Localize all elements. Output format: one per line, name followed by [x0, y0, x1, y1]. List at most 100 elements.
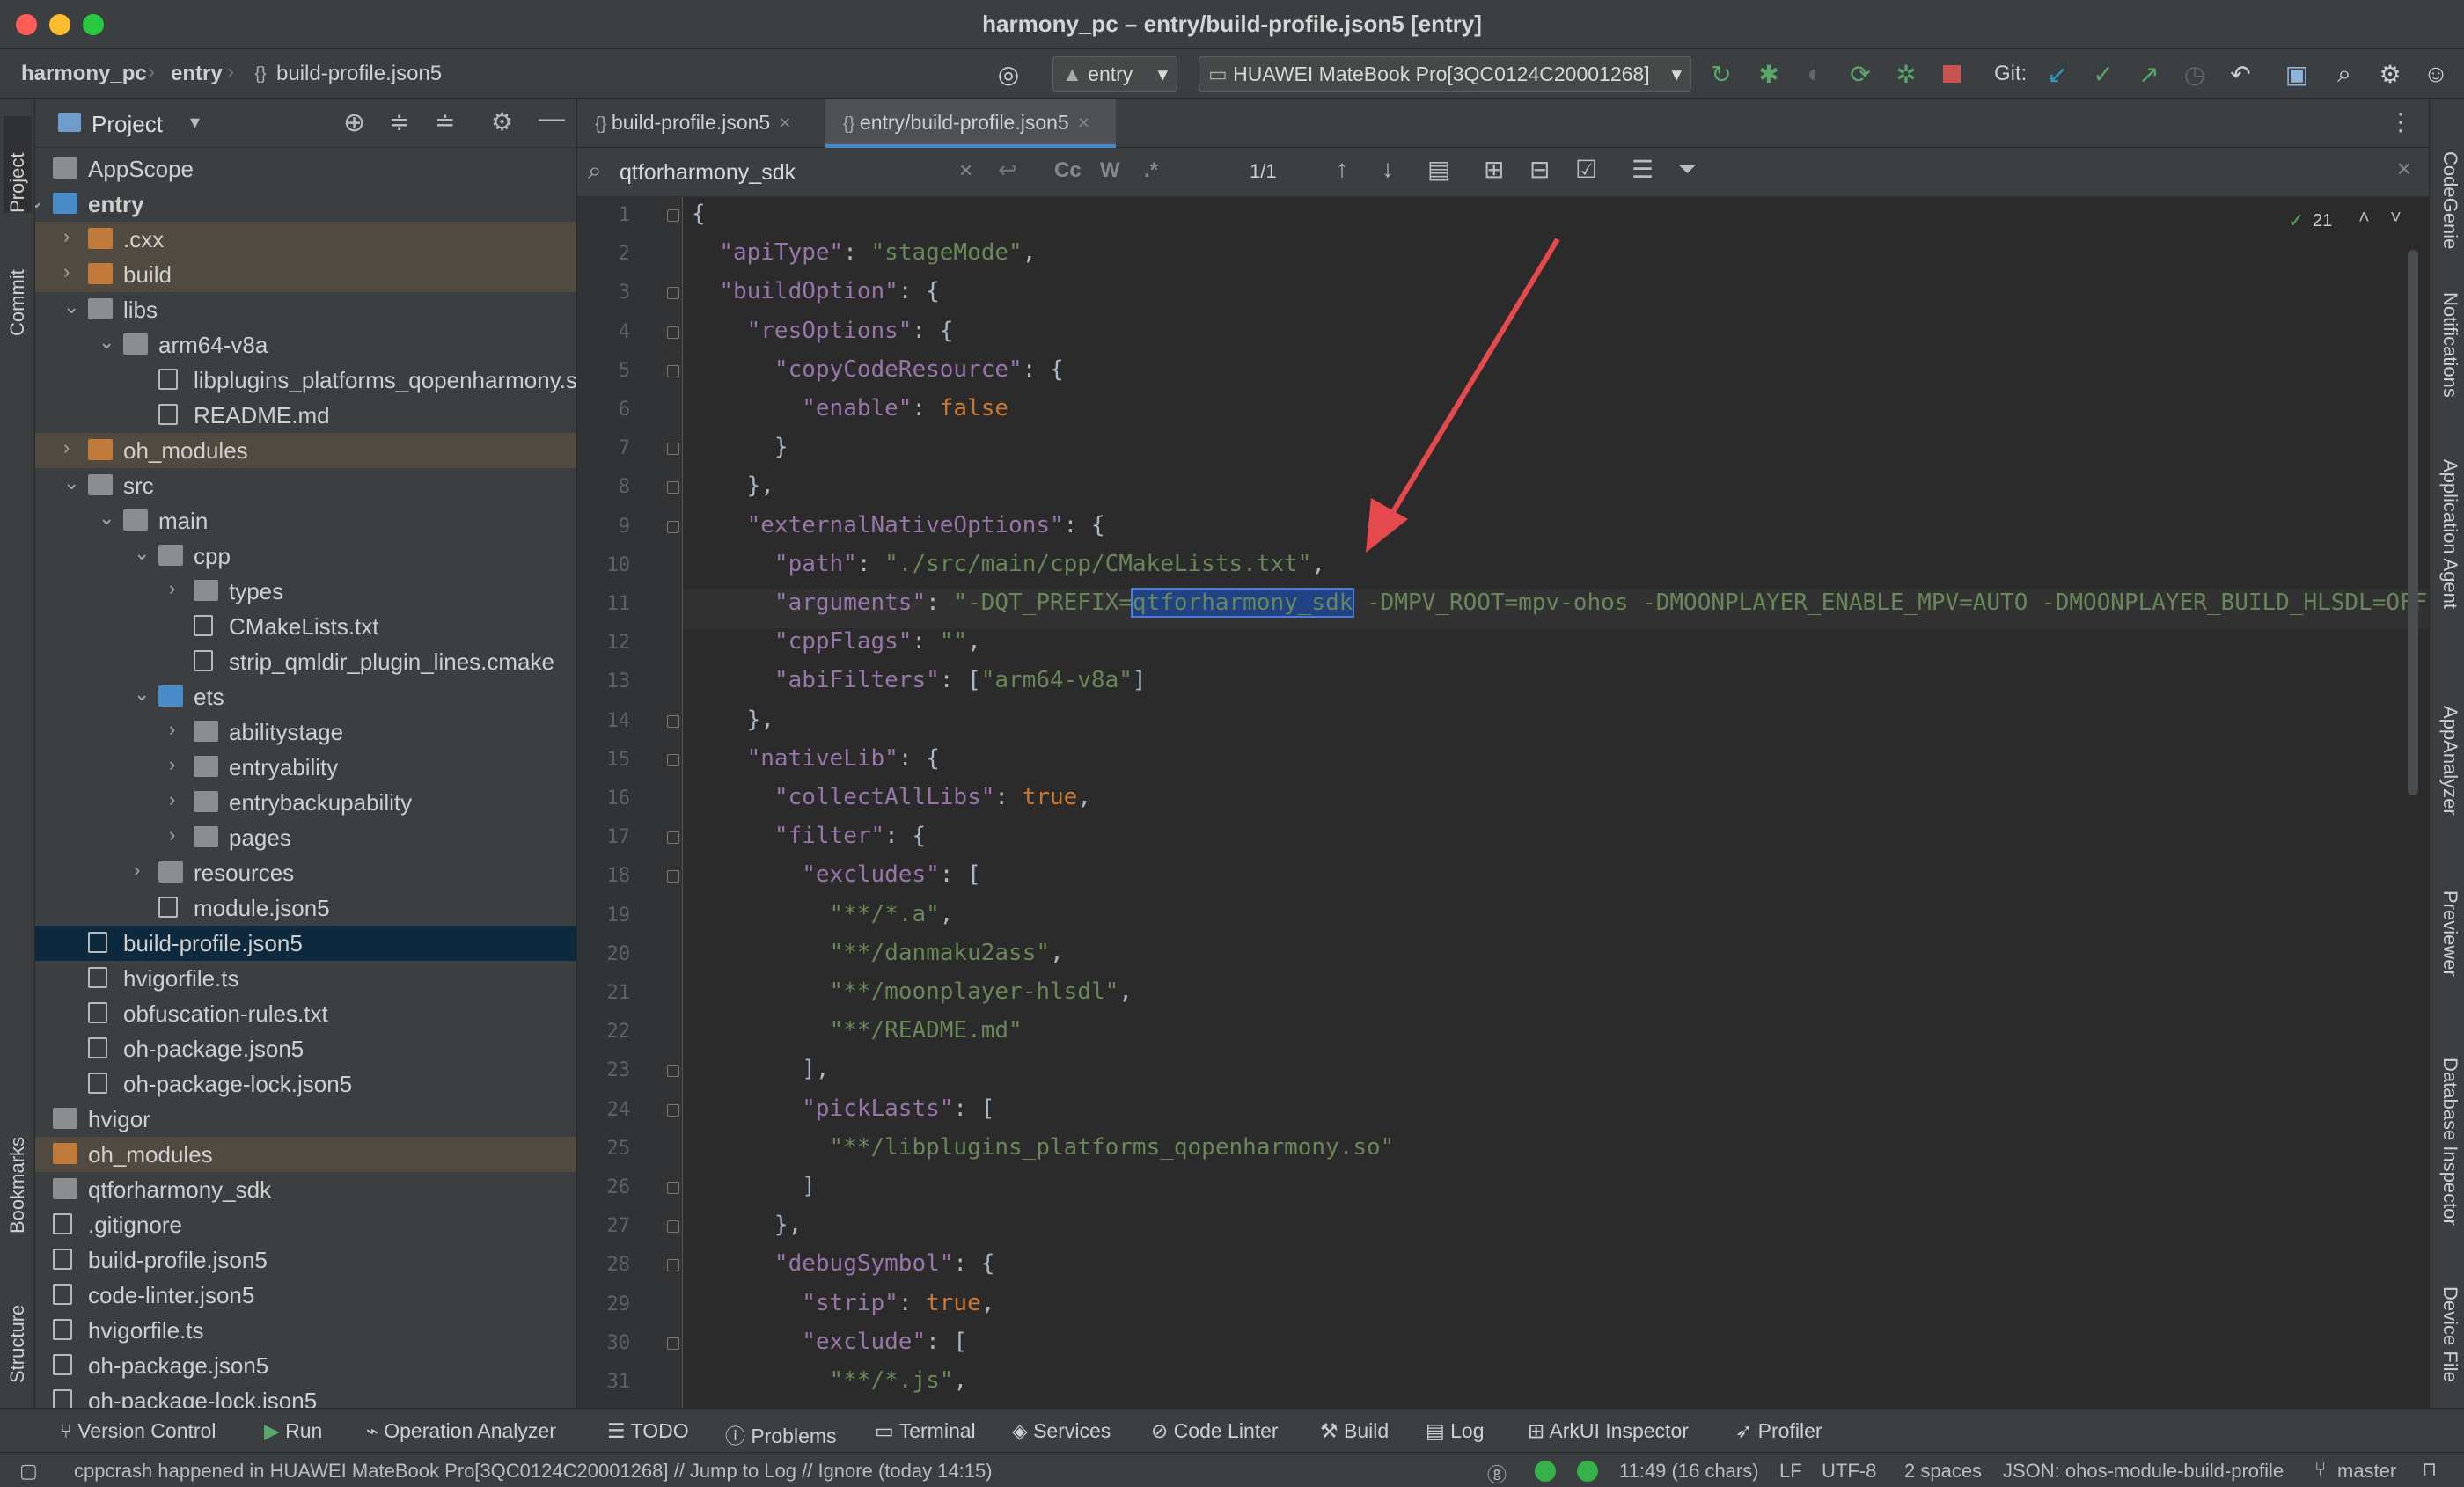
code-line[interactable]: "exclude": [: [692, 1329, 967, 1355]
chevron-right-icon[interactable]: ›: [169, 577, 187, 600]
tool-tab-notifications[interactable]: Notifications: [2433, 292, 2461, 442]
close-find-icon[interactable]: ×: [2397, 155, 2411, 183]
chevron-right-icon[interactable]: ›: [35, 1176, 46, 1198]
chevron-right-icon[interactable]: ›: [63, 436, 81, 459]
git-update-icon[interactable]: ↙: [2043, 60, 2072, 88]
code-line[interactable]: "copyCodeResource": {: [692, 356, 1064, 383]
hide-panel-icon[interactable]: —: [539, 104, 565, 134]
stop-icon[interactable]: [1938, 60, 1966, 88]
caret-position[interactable]: 11:49 (16 chars): [1619, 1460, 1759, 1483]
code-line[interactable]: "abiFilters": ["arm64-v8a"]: [692, 667, 1147, 693]
code-line[interactable]: "debugSymbol": {: [692, 1250, 994, 1277]
code-line[interactable]: "pickLasts": [: [692, 1095, 994, 1122]
fold-marker[interactable]: [667, 209, 679, 222]
tree-item[interactable]: hvigorfile.ts: [35, 961, 576, 996]
next-match-icon[interactable]: ↓: [1382, 155, 1394, 183]
tree-item[interactable]: › oh_modules: [35, 1137, 576, 1172]
tree-item[interactable]: .gitignore: [35, 1207, 576, 1242]
tree-item[interactable]: obfuscation-rules.txt: [35, 996, 576, 1031]
line-separator[interactable]: LF: [1779, 1460, 1802, 1483]
code-line[interactable]: "cppFlags": "",: [692, 628, 981, 655]
toggle-tool-windows-icon[interactable]: ▢: [19, 1460, 38, 1483]
run-tool[interactable]: ▶ Run: [264, 1419, 322, 1443]
add-occurrence-icon[interactable]: ⊞: [1484, 155, 1504, 184]
tree-item[interactable]: strip_qmldir_plugin_lines.cmake: [35, 644, 576, 679]
inspection-ok-icon[interactable]: ✓: [2288, 209, 2304, 232]
tool-tab-database-inspector[interactable]: Database Inspector: [2433, 1058, 2461, 1260]
chevron-down-icon[interactable]: ⌄: [99, 331, 116, 354]
build-tool[interactable]: ⚒ Build: [1320, 1419, 1389, 1443]
tree-item[interactable]: ⌄ entry: [35, 187, 576, 222]
fold-marker[interactable]: [667, 753, 679, 766]
words-toggle[interactable]: W: [1100, 158, 1120, 183]
tree-item[interactable]: › resources: [35, 855, 576, 890]
chevron-right-icon[interactable]: ›: [169, 718, 187, 741]
chevron-right-icon[interactable]: ›: [169, 788, 187, 811]
filter-icon[interactable]: ⏷: [1677, 155, 1697, 184]
tree-item[interactable]: build-profile.json5: [35, 1242, 576, 1278]
tree-item[interactable]: › abilitystage: [35, 714, 576, 750]
tool-tab-structure[interactable]: Structure: [4, 1269, 32, 1383]
code-line[interactable]: ],: [692, 1056, 829, 1082]
breadcrumb-project[interactable]: harmony_pc: [21, 62, 147, 86]
operation-analyzer-tool[interactable]: ⌁ Operation Analyzer: [366, 1419, 556, 1443]
debug-icon[interactable]: ✱: [1755, 60, 1783, 88]
fold-marker[interactable]: [667, 1220, 679, 1234]
fold-marker[interactable]: [667, 714, 679, 728]
remove-occurrence-icon[interactable]: ⊟: [1529, 155, 1550, 184]
fold-marker[interactable]: [667, 520, 679, 533]
fold-marker[interactable]: [667, 326, 679, 339]
chevron-down-icon[interactable]: ⌄: [134, 683, 151, 706]
tree-item[interactable]: build-profile.json5: [35, 926, 576, 961]
tab-build-profile-root[interactable]: {} build-profile.json5 ×: [577, 99, 824, 148]
tool-tab-codegenie[interactable]: CodeGenie: [2433, 151, 2461, 275]
json-schema[interactable]: JSON: ohos-module-build-profile: [2003, 1460, 2284, 1483]
fold-marker[interactable]: [667, 1337, 679, 1350]
tree-item[interactable]: › entryability: [35, 750, 576, 785]
tool-tab-previewer[interactable]: Previewer: [2433, 890, 2461, 1022]
close-icon[interactable]: ×: [779, 111, 790, 134]
code-line[interactable]: }: [692, 434, 788, 460]
tree-item[interactable]: › qtforharmony_sdk: [35, 1172, 576, 1207]
chevron-down-icon[interactable]: ⌄: [63, 296, 81, 319]
code-line[interactable]: "**/moonplayer-hlsdl",: [692, 978, 1133, 1005]
search-input[interactable]: [620, 157, 954, 188]
code-line[interactable]: },: [692, 472, 774, 499]
git-commit-icon[interactable]: ✓: [2089, 60, 2117, 88]
chevron-down-icon[interactable]: ▾: [190, 111, 200, 134]
code-line[interactable]: "filter": {: [692, 823, 926, 849]
tool-tab-device-file[interactable]: Device File: [2433, 1286, 2461, 1401]
code-line[interactable]: },: [692, 707, 774, 733]
account-icon[interactable]: ☺: [2422, 60, 2450, 88]
code-line[interactable]: "path": "./src/main/cpp/CMakeLists.txt",: [692, 551, 1325, 577]
code-line[interactable]: "externalNativeOptions": {: [692, 512, 1105, 538]
tree-item[interactable]: › AppScope: [35, 151, 576, 187]
breadcrumb-file[interactable]: build-profile.json5: [276, 62, 442, 86]
target-icon[interactable]: ◎: [994, 60, 1023, 88]
fold-marker[interactable]: [667, 831, 679, 845]
tree-item[interactable]: ⌄ libs: [35, 292, 576, 327]
terminal-tool[interactable]: ▭ Terminal: [875, 1419, 976, 1443]
git-history-icon[interactable]: ◷: [2181, 60, 2209, 88]
code-line[interactable]: },: [692, 1212, 802, 1238]
fold-marker[interactable]: [667, 364, 679, 377]
chevron-right-icon[interactable]: ›: [63, 260, 81, 283]
device-select[interactable]: ▭ HUAWEI MateBook Pro[3QC0124C20001268] ▾: [1199, 56, 1691, 92]
tree-item[interactable]: README.md: [35, 398, 576, 433]
debug-rerun-icon[interactable]: ✲: [1892, 60, 1920, 88]
rollback-icon[interactable]: ↶: [2226, 60, 2255, 88]
problems-tool[interactable]: ⓘ Problems: [725, 1419, 837, 1449]
tree-item[interactable]: › oh_modules: [35, 433, 576, 468]
tree-item[interactable]: › build: [35, 257, 576, 292]
rerun-icon[interactable]: ⟳: [1846, 60, 1874, 88]
fold-marker[interactable]: [667, 1065, 679, 1078]
vertical-scrollbar[interactable]: [2408, 250, 2418, 795]
clear-search-icon[interactable]: ×: [959, 157, 972, 184]
expand-all-icon[interactable]: ≑: [389, 107, 409, 136]
match-case-toggle[interactable]: Cc: [1054, 158, 1082, 183]
tree-item[interactable]: › .cxx: [35, 222, 576, 257]
code-line[interactable]: "**/*.js",: [692, 1367, 968, 1394]
chevron-right-icon[interactable]: ›: [169, 753, 187, 776]
tree-item[interactable]: oh-package.json5: [35, 1348, 576, 1383]
code-linter-tool[interactable]: ⊘ Code Linter: [1151, 1419, 1279, 1443]
